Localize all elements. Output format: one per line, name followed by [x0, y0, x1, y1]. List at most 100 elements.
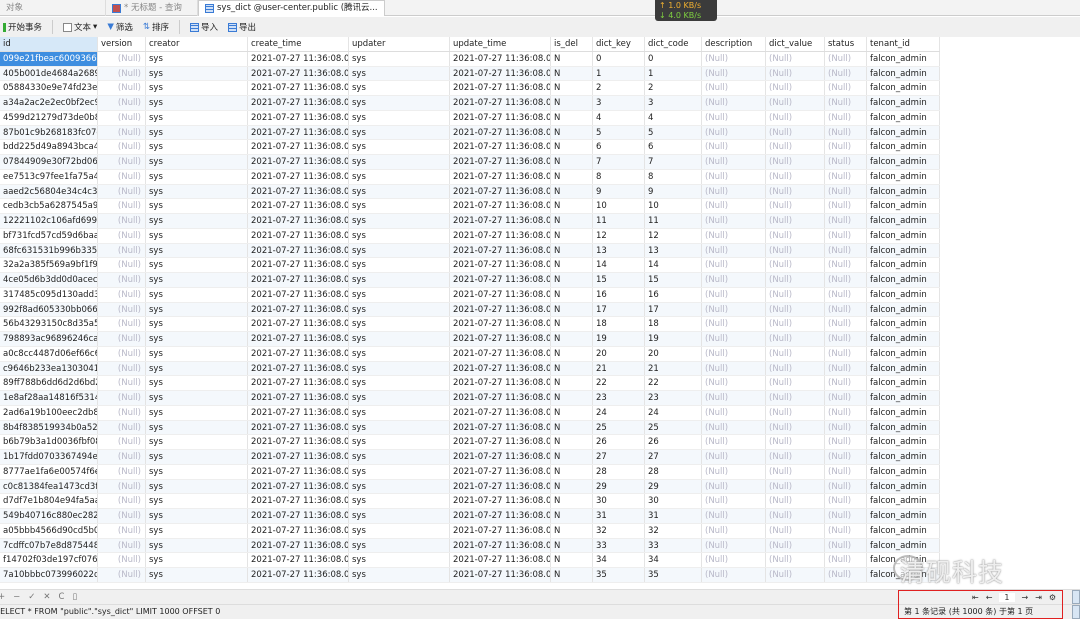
cell-is-del[interactable]: N	[551, 169, 593, 184]
cell-updater[interactable]: sys	[349, 494, 450, 508]
cell-version[interactable]: (Null)	[98, 553, 146, 567]
cell-version[interactable]: (Null)	[98, 125, 146, 140]
cell-dict-value[interactable]: (Null)	[766, 405, 825, 420]
cell-dict-code[interactable]: 10	[645, 199, 702, 213]
cell-creator[interactable]: sys	[146, 81, 248, 95]
cell-id[interactable]: 549b40716c880ec282bbe	[0, 509, 98, 523]
cell-id[interactable]: 8b4f838519934b0a52635	[0, 420, 98, 435]
cell-update-time[interactable]: 2021-07-27 11:36:08.089	[450, 287, 551, 302]
cell-tenant-id[interactable]: falcon_admin	[867, 169, 940, 184]
cell-id[interactable]: 56b43293150c8d35a5111	[0, 317, 98, 331]
cell-status[interactable]: (Null)	[825, 479, 867, 494]
cell-status[interactable]: (Null)	[825, 140, 867, 154]
cell-create-time[interactable]: 2021-07-27 11:36:08.089	[248, 169, 349, 184]
cell-creator[interactable]: sys	[146, 140, 248, 154]
cell-dict-key[interactable]: 20	[593, 346, 645, 361]
cell-creator[interactable]: sys	[146, 184, 248, 199]
cell-updater[interactable]: sys	[349, 214, 450, 228]
cell-dict-key[interactable]: 24	[593, 405, 645, 420]
cell-id[interactable]: d7df7e1b804e94fa5aa11f	[0, 494, 98, 508]
cell-creator[interactable]: sys	[146, 479, 248, 494]
table-row[interactable]: cedb3cb5a6287545a9ea1(Null)sys2021-07-27…	[0, 199, 940, 214]
cell-dict-key[interactable]: 19	[593, 332, 645, 346]
cell-is-del[interactable]: N	[551, 479, 593, 494]
cell-creator[interactable]: sys	[146, 538, 248, 553]
cell-update-time[interactable]: 2021-07-27 11:36:08.089	[450, 302, 551, 317]
cell-id[interactable]: c0c81384fea1473cd3fa54	[0, 479, 98, 494]
cell-creator[interactable]: sys	[146, 464, 248, 479]
cell-id[interactable]: 8777ae1fa6e00574f6eb6a	[0, 464, 98, 479]
cell-update-time[interactable]: 2021-07-27 11:36:08.089	[450, 169, 551, 184]
cell-create-time[interactable]: 2021-07-27 11:36:08.089	[248, 317, 349, 331]
cell-update-time[interactable]: 2021-07-27 11:36:08.089	[450, 361, 551, 376]
cell-version[interactable]: (Null)	[98, 51, 146, 66]
cell-version[interactable]: (Null)	[98, 184, 146, 199]
cell-is-del[interactable]: N	[551, 110, 593, 125]
cell-id[interactable]: b6b79b3a1d0036fbf082e	[0, 435, 98, 449]
cell-id[interactable]: aaed2c56804e34c4c319b	[0, 184, 98, 199]
cell-tenant-id[interactable]: falcon_admin	[867, 66, 940, 81]
cell-dict-value[interactable]: (Null)	[766, 494, 825, 508]
cell-version[interactable]: (Null)	[98, 332, 146, 346]
cell-updater[interactable]: sys	[349, 96, 450, 110]
cell-dict-key[interactable]: 10	[593, 199, 645, 213]
cell-dict-key[interactable]: 13	[593, 243, 645, 258]
cell-dict-key[interactable]: 28	[593, 464, 645, 479]
cell-dict-value[interactable]: (Null)	[766, 273, 825, 287]
cell-updater[interactable]: sys	[349, 509, 450, 523]
cell-tenant-id[interactable]: falcon_admin	[867, 509, 940, 523]
cell-create-time[interactable]: 2021-07-27 11:36:08.088	[248, 96, 349, 110]
cell-id[interactable]: 32a2a385f569a9bf1f93f09	[0, 258, 98, 272]
column-header-version[interactable]: version	[98, 37, 146, 51]
cell-tenant-id[interactable]: falcon_admin	[867, 391, 940, 405]
cell-dict-code[interactable]: 25	[645, 420, 702, 435]
cell-is-del[interactable]: N	[551, 273, 593, 287]
cell-creator[interactable]: sys	[146, 553, 248, 567]
cell-description[interactable]: (Null)	[702, 420, 766, 435]
cell-status[interactable]: (Null)	[825, 523, 867, 538]
cell-tenant-id[interactable]: falcon_admin	[867, 51, 940, 66]
cell-version[interactable]: (Null)	[98, 169, 146, 184]
cell-id[interactable]: a0c8cc4487d06ef66c6c75	[0, 346, 98, 361]
cell-update-time[interactable]: 2021-07-27 11:36:08.089	[450, 420, 551, 435]
cell-dict-code[interactable]: 31	[645, 509, 702, 523]
cell-dict-code[interactable]: 30	[645, 494, 702, 508]
cell-updater[interactable]: sys	[349, 81, 450, 95]
cell-is-del[interactable]: N	[551, 228, 593, 243]
cell-id[interactable]: 405b001de4684a2689f8c	[0, 66, 98, 81]
cell-tenant-id[interactable]: falcon_admin	[867, 494, 940, 508]
cell-status[interactable]: (Null)	[825, 273, 867, 287]
filter-button[interactable]: ▼ 筛选	[104, 21, 136, 33]
cell-status[interactable]: (Null)	[825, 51, 867, 66]
cell-description[interactable]: (Null)	[702, 494, 766, 508]
cell-dict-code[interactable]: 0	[645, 51, 702, 66]
cell-dict-key[interactable]: 14	[593, 258, 645, 272]
cell-update-time[interactable]: 2021-07-27 11:36:08.089	[450, 405, 551, 420]
cell-status[interactable]: (Null)	[825, 96, 867, 110]
cell-dict-value[interactable]: (Null)	[766, 96, 825, 110]
cell-dict-key[interactable]: 12	[593, 228, 645, 243]
cell-create-time[interactable]: 2021-07-27 11:36:08.089	[248, 302, 349, 317]
cell-version[interactable]: (Null)	[98, 110, 146, 125]
cell-dict-key[interactable]: 15	[593, 273, 645, 287]
cell-version[interactable]: (Null)	[98, 523, 146, 538]
cell-create-time[interactable]: 2021-07-27 11:36:08.089	[248, 199, 349, 213]
cell-dict-key[interactable]: 33	[593, 538, 645, 553]
cell-version[interactable]: (Null)	[98, 155, 146, 169]
cell-dict-code[interactable]: 2	[645, 81, 702, 95]
cell-dict-code[interactable]: 7	[645, 155, 702, 169]
cell-id[interactable]: 099e21fbeac600936643d	[0, 51, 98, 66]
cell-description[interactable]: (Null)	[702, 110, 766, 125]
cell-updater[interactable]: sys	[349, 450, 450, 464]
cell-update-time[interactable]: 2021-07-27 11:36:08.088	[450, 125, 551, 140]
cell-is-del[interactable]: N	[551, 81, 593, 95]
cell-dict-key[interactable]: 9	[593, 184, 645, 199]
cell-dict-key[interactable]: 1	[593, 66, 645, 81]
cell-description[interactable]: (Null)	[702, 243, 766, 258]
table-row[interactable]: 8b4f838519934b0a52635(Null)sys2021-07-27…	[0, 420, 940, 436]
cell-create-time[interactable]: 2021-07-27 11:36:08.089	[248, 184, 349, 199]
cell-version[interactable]: (Null)	[98, 199, 146, 213]
cell-status[interactable]: (Null)	[825, 568, 867, 582]
cell-status[interactable]: (Null)	[825, 346, 867, 361]
cell-id[interactable]: 89ff788b6dd6d2d6bd216	[0, 376, 98, 390]
